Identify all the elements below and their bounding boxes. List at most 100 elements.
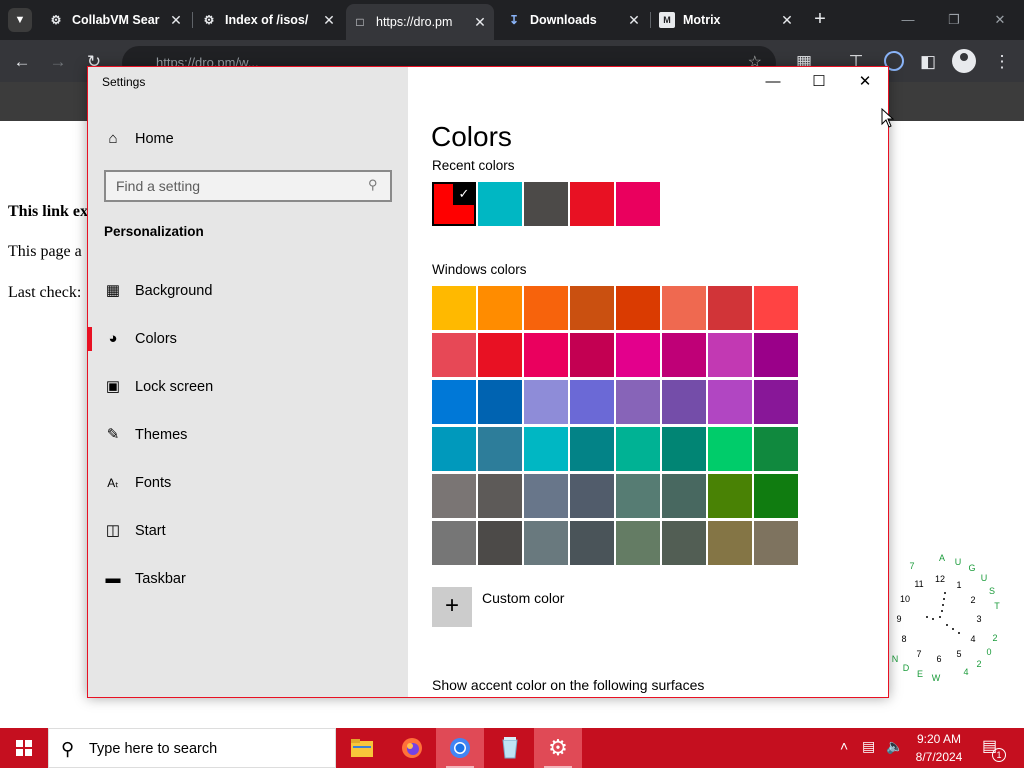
windows-color-swatch[interactable]	[708, 521, 752, 565]
network-icon[interactable]: ▤	[862, 738, 875, 755]
taskbar-chrome[interactable]	[436, 728, 484, 768]
taskbar-settings[interactable]: ⚙	[534, 728, 582, 768]
windows-color-swatch[interactable]	[478, 286, 522, 330]
windows-color-swatch[interactable]	[708, 380, 752, 424]
nav-item-fonts[interactable]: Aₜ Fonts	[88, 461, 408, 505]
windows-color-swatch[interactable]	[616, 521, 660, 565]
browser-tab-2[interactable]: ⚙ Index of /isos/ ✕	[195, 6, 343, 34]
close-tab-icon[interactable]: ✕	[472, 14, 488, 30]
windows-color-swatch[interactable]	[570, 333, 614, 377]
windows-color-swatch[interactable]	[570, 380, 614, 424]
recent-color-swatch[interactable]: ✓	[432, 182, 476, 226]
forward-arrow-icon[interactable]: →	[44, 48, 72, 76]
windows-color-swatch[interactable]	[524, 521, 568, 565]
windows-color-swatch[interactable]	[616, 333, 660, 377]
browser-tab-1[interactable]: ⚙ CollabVM Sear ✕	[42, 6, 190, 34]
find-setting-box[interactable]: ⚲	[104, 170, 392, 202]
windows-color-swatch[interactable]	[708, 333, 752, 377]
windows-color-swatch[interactable]	[662, 380, 706, 424]
recent-color-swatch[interactable]	[478, 182, 522, 226]
menu-dots-icon[interactable]: ⋮	[988, 48, 1016, 76]
browser-tab-3-active[interactable]: □ https://dro.pm ✕	[346, 4, 494, 40]
windows-color-swatch[interactable]	[662, 521, 706, 565]
windows-color-swatch[interactable]	[570, 521, 614, 565]
recent-color-swatch[interactable]	[570, 182, 614, 226]
windows-color-swatch[interactable]	[432, 521, 476, 565]
restore-icon[interactable]: ❐	[940, 6, 968, 34]
windows-color-swatch[interactable]	[754, 474, 798, 518]
windows-color-swatch[interactable]	[570, 286, 614, 330]
volume-muted-icon[interactable]: 🔈	[886, 738, 903, 755]
start-button[interactable]	[0, 728, 48, 768]
nav-item-colors[interactable]: ◕ Colors	[88, 317, 408, 361]
windows-color-swatch[interactable]	[708, 427, 752, 471]
nav-item-start[interactable]: ◫ Start	[88, 509, 408, 553]
close-tab-icon[interactable]: ✕	[321, 12, 337, 28]
windows-color-swatch[interactable]	[754, 333, 798, 377]
windows-color-swatch[interactable]	[570, 474, 614, 518]
windows-color-swatch[interactable]	[616, 474, 660, 518]
windows-color-swatch[interactable]	[478, 333, 522, 377]
custom-color-button[interactable]: Custom color	[482, 590, 564, 606]
find-setting-input[interactable]	[106, 172, 366, 200]
windows-color-swatch[interactable]	[524, 333, 568, 377]
close-tab-icon[interactable]: ✕	[779, 12, 795, 28]
close-icon[interactable]: ✕	[986, 6, 1014, 34]
windows-color-swatch[interactable]	[478, 521, 522, 565]
tab-search-chevron-icon[interactable]: ▼	[8, 8, 32, 32]
windows-color-swatch[interactable]	[478, 474, 522, 518]
close-tab-icon[interactable]: ✕	[626, 12, 642, 28]
nav-item-themes[interactable]: ✎ Themes	[88, 413, 408, 457]
windows-color-swatch[interactable]	[432, 333, 476, 377]
nav-item-background[interactable]: ▦ Background	[88, 269, 408, 313]
taskbar-clock[interactable]: 9:20 AM 8/7/2024	[906, 730, 972, 766]
windows-color-swatch[interactable]	[754, 521, 798, 565]
minimize-icon[interactable]: —	[894, 6, 922, 34]
windows-color-swatch[interactable]	[662, 474, 706, 518]
windows-color-swatch[interactable]	[432, 286, 476, 330]
windows-color-swatch[interactable]	[754, 286, 798, 330]
nav-item-lock-screen[interactable]: ▣ Lock screen	[88, 365, 408, 409]
windows-color-swatch[interactable]	[432, 380, 476, 424]
new-tab-plus-icon[interactable]: +	[808, 8, 832, 32]
windows-color-swatch[interactable]	[708, 286, 752, 330]
back-arrow-icon[interactable]: ←	[8, 48, 36, 76]
taskbar-firefox[interactable]	[388, 728, 436, 768]
close-tab-icon[interactable]: ✕	[168, 12, 184, 28]
windows-color-swatch[interactable]	[754, 427, 798, 471]
windows-color-swatch[interactable]	[662, 333, 706, 377]
browser-tab-4[interactable]: ↧ Downloads ✕	[500, 6, 648, 34]
windows-color-swatch[interactable]	[524, 427, 568, 471]
windows-color-swatch[interactable]	[662, 286, 706, 330]
windows-color-swatch[interactable]	[524, 286, 568, 330]
side-panel-icon[interactable]: ◧	[914, 48, 942, 76]
nav-home[interactable]: ⌂ Home	[88, 121, 408, 157]
windows-color-swatch[interactable]	[616, 286, 660, 330]
windows-color-swatch[interactable]	[432, 474, 476, 518]
windows-color-swatch[interactable]	[662, 427, 706, 471]
windows-color-swatch[interactable]	[432, 427, 476, 471]
windows-color-swatch[interactable]	[754, 380, 798, 424]
browser-tab-5[interactable]: M Motrix ✕	[653, 6, 801, 34]
windows-color-swatch[interactable]	[708, 474, 752, 518]
taskbar-recycle-bin[interactable]	[486, 728, 534, 768]
profile-avatar-icon[interactable]	[952, 49, 976, 73]
close-icon[interactable]: ✕	[842, 67, 888, 97]
windows-color-swatch[interactable]	[478, 380, 522, 424]
show-hidden-icons-chevron-icon[interactable]: ˄	[840, 738, 848, 754]
maximize-icon[interactable]: ☐	[796, 67, 842, 97]
recent-color-swatch[interactable]	[616, 182, 660, 226]
minimize-icon[interactable]: —	[750, 67, 796, 97]
windows-color-swatch[interactable]	[524, 380, 568, 424]
windows-color-swatch[interactable]	[524, 474, 568, 518]
recent-colors-label: Recent colors	[432, 158, 515, 173]
windows-color-swatch[interactable]	[616, 427, 660, 471]
windows-color-swatch[interactable]	[616, 380, 660, 424]
recent-color-swatch[interactable]	[524, 182, 568, 226]
windows-color-swatch[interactable]	[570, 427, 614, 471]
taskbar-file-explorer[interactable]	[338, 728, 386, 768]
windows-color-swatch[interactable]	[478, 427, 522, 471]
custom-color-plus-icon[interactable]: +	[432, 587, 472, 627]
nav-item-taskbar[interactable]: ▬ Taskbar	[88, 557, 408, 601]
taskbar-search-box[interactable]: ⚲ Type here to search	[48, 728, 336, 768]
